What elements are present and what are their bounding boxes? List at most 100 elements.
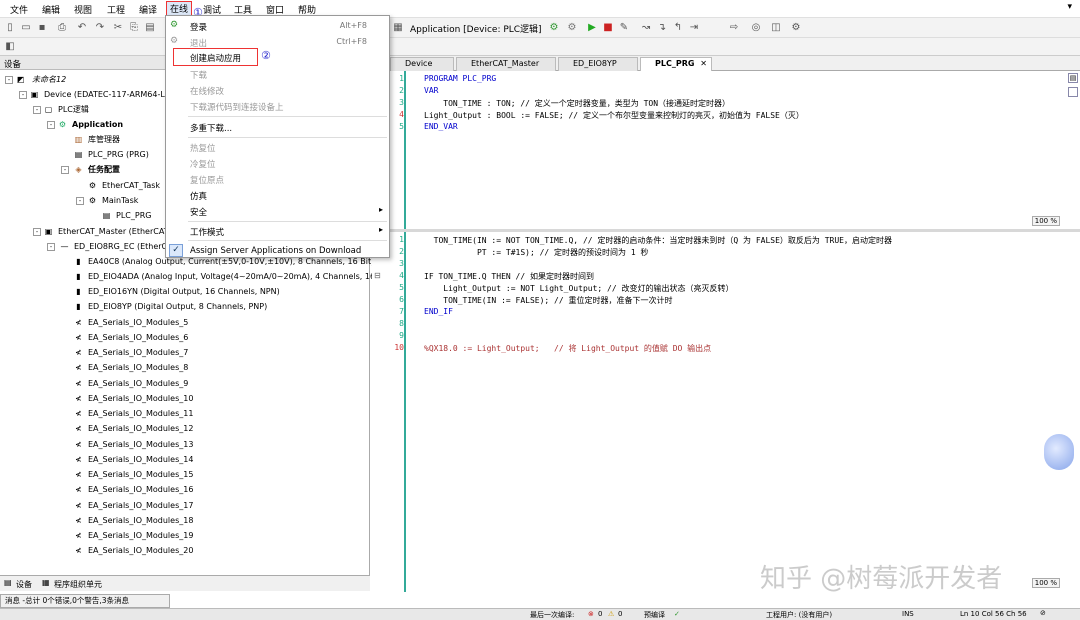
menu-file[interactable]: 文件 — [10, 3, 28, 16]
expand-toggle[interactable]: - — [33, 106, 41, 114]
tree-module[interactable]: EA_Serials_IO_Modules_17 — [88, 500, 193, 512]
tab-ethercat-master[interactable]: EtherCAT_Master — [456, 57, 556, 71]
tree-module[interactable]: EA_Serials_IO_Modules_19 — [88, 530, 193, 542]
tab-device[interactable]: Device — [390, 57, 454, 71]
tree-module[interactable]: EA_Serials_IO_Modules_8 — [88, 362, 188, 374]
menu-item-reset-origin[interactable]: 复位原点 — [190, 174, 224, 186]
tree-module[interactable]: EA_Serials_IO_Modules_6 — [88, 332, 188, 344]
build-icon[interactable]: ▦ — [392, 22, 404, 34]
tree-module[interactable]: EA_Serials_IO_Modules_15 — [88, 469, 193, 481]
assistant-icon[interactable] — [1044, 434, 1074, 470]
menu-edit[interactable]: 编辑 — [42, 3, 60, 16]
menu-item-online-change[interactable]: 在线修改 — [190, 85, 224, 97]
tab-ed-eio8yp[interactable]: ED_EIO8YP — [558, 57, 638, 71]
tree-library-manager[interactable]: 库管理器 — [88, 134, 120, 146]
text-view-icon[interactable] — [1068, 87, 1078, 97]
menu-item-security[interactable]: 安全 — [190, 206, 207, 218]
menu-item-source-download[interactable]: 下载源代码到连接设备上 — [190, 101, 284, 113]
start-icon[interactable]: ▶ — [586, 22, 598, 34]
tab-devices[interactable]: 设备 — [16, 579, 32, 590]
zoom-level[interactable]: 100 % — [1031, 578, 1060, 588]
expand-toggle[interactable]: - — [47, 121, 55, 129]
menu-project[interactable]: 工程 — [107, 3, 125, 16]
expand-toggle[interactable]: - — [61, 166, 69, 174]
settings-icon[interactable]: ⚙ — [790, 22, 802, 34]
run-to-cursor-icon[interactable]: ⇥ — [688, 22, 700, 34]
declaration-editor[interactable]: 1 2 3 4 5 PROGRAM PLC_PRG VAR TON_TIME :… — [372, 71, 1080, 229]
tree-module[interactable]: EA_Serials_IO_Modules_10 — [88, 393, 193, 405]
toggle-icon[interactable]: ⇨ — [728, 22, 740, 34]
menu-item-create-boot-application[interactable]: 创建启动应用 — [190, 52, 241, 64]
zoom-level[interactable]: 100 % — [1031, 216, 1060, 226]
tree-module[interactable]: EA_Serials_IO_Modules_14 — [88, 454, 193, 466]
menu-item-warm-reset[interactable]: 热复位 — [190, 142, 216, 154]
tool-icon[interactable]: ✎ — [618, 22, 630, 34]
step-into-icon[interactable]: ↴ — [656, 22, 668, 34]
menu-item-multiple-download[interactable]: 多重下载... — [190, 122, 232, 134]
active-application[interactable]: Application [Device: PLC逻辑] — [410, 22, 542, 35]
tree-ethercat-coupler[interactable]: ED_EIO8RG_EC (EtherCA — [74, 241, 173, 253]
tree-plc-prg[interactable]: PLC_PRG (PRG) — [88, 149, 149, 161]
logout-icon[interactable]: ⚙ — [566, 22, 578, 34]
expand-toggle[interactable]: - — [76, 197, 84, 205]
menu-build[interactable]: 编译 — [139, 3, 157, 16]
menu-item-assign-server-applications[interactable]: Assign Server Applications on Download — [190, 246, 361, 256]
tree-module[interactable]: EA_Serials_IO_Modules_12 — [88, 423, 193, 435]
login-icon[interactable]: ⚙ — [548, 22, 560, 34]
menu-view[interactable]: 视图 — [74, 3, 92, 16]
menu-item-simulation[interactable]: 仿真 — [190, 190, 207, 202]
cut-icon[interactable]: ✂ — [112, 22, 124, 34]
tree-module[interactable]: EA_Serials_IO_Modules_9 — [88, 378, 188, 390]
open-folder-icon[interactable]: ▭ — [20, 22, 32, 34]
expand-toggle[interactable]: - — [47, 243, 55, 251]
tree-module[interactable]: EA_Serials_IO_Modules_13 — [88, 439, 193, 451]
implementation-editor[interactable]: 1 2 3 4 5 6 7 8 9 10 TON_TIME(IN := NOT … — [372, 232, 1080, 592]
step-out-icon[interactable]: ↰ — [672, 22, 684, 34]
print-icon[interactable]: ⎙ — [56, 22, 68, 34]
expand-toggle[interactable]: - — [5, 76, 13, 84]
stop-icon[interactable]: ■ — [602, 22, 614, 34]
fold-icon[interactable]: ⊟ — [374, 271, 381, 280]
tree-project[interactable]: 未命名12 — [32, 74, 66, 86]
tree-plc-logic[interactable]: PLC逻辑 — [58, 104, 89, 116]
expand-toggle[interactable]: - — [33, 228, 41, 236]
new-file-icon[interactable]: ▯ — [4, 22, 16, 34]
tree-module[interactable]: ED_EIO4ADA (Analog Input, Voltage(4~20mA… — [88, 271, 392, 283]
menu-item-download[interactable]: 下载 — [190, 69, 207, 81]
tree-module[interactable]: EA_Serials_IO_Modules_5 — [88, 317, 188, 329]
bookmark-icon[interactable]: ◧ — [4, 41, 16, 53]
tree-main-task[interactable]: MainTask — [102, 195, 138, 207]
redo-icon[interactable]: ↷ — [94, 22, 106, 34]
menu-item-login[interactable]: 登录 — [190, 21, 207, 33]
step-over-icon[interactable]: ↝ — [640, 22, 652, 34]
close-icon[interactable]: ✕ — [700, 58, 707, 70]
menu-online[interactable]: 在线 — [166, 1, 193, 16]
tree-application[interactable]: Application — [72, 119, 123, 131]
tab-pous[interactable]: 程序组织单元 — [54, 579, 102, 590]
save-icon[interactable]: ▪ — [36, 22, 48, 34]
tree-module[interactable]: ED_EIO16YN (Digital Output, 16 Channels,… — [88, 286, 280, 298]
declaration-view-icon[interactable]: ▤ — [1068, 73, 1078, 83]
breakpoint-icon[interactable]: ◎ — [750, 22, 762, 34]
tree-module[interactable]: EA_Serials_IO_Modules_20 — [88, 545, 193, 557]
tree-module[interactable]: ED_EIO8YP (Digital Output, 8 Channels, P… — [88, 301, 267, 313]
tree-module[interactable]: EA_Serials_IO_Modules_7 — [88, 347, 188, 359]
expand-toggle[interactable]: - — [19, 91, 27, 99]
paste-icon[interactable]: ▤ — [144, 22, 156, 34]
tree-module[interactable]: EA_Serials_IO_Modules_11 — [88, 408, 193, 420]
menu-item-cold-reset[interactable]: 冷复位 — [190, 158, 216, 170]
tree-main-task-plc-prg[interactable]: PLC_PRG — [116, 210, 151, 222]
menu-item-operating-mode[interactable]: 工作模式 — [190, 226, 224, 238]
chevron-down-icon[interactable]: ▾ — [1067, 2, 1072, 12]
tree-ethercat-task[interactable]: EtherCAT_Task — [102, 180, 160, 192]
tree-ethercat-master[interactable]: EtherCAT_Master (EtherCAT M — [58, 226, 178, 238]
tab-plc-prg[interactable]: PLC_PRG ✕ — [640, 57, 712, 71]
tree-task-config[interactable]: 任务配置 — [88, 164, 120, 176]
copy-icon[interactable]: ⎘ — [128, 22, 140, 34]
tree-module[interactable]: EA_Serials_IO_Modules_18 — [88, 515, 193, 527]
tree-module[interactable]: EA_Serials_IO_Modules_16 — [88, 484, 193, 496]
undo-icon[interactable]: ↶ — [76, 22, 88, 34]
watch-icon[interactable]: ◫ — [770, 22, 782, 34]
messages-tab[interactable]: 消息 -总计 0个错误,0个警告,3条消息 — [0, 594, 170, 608]
tree-device[interactable]: Device (EDATEC-117-ARM64-Linux — [44, 89, 182, 101]
